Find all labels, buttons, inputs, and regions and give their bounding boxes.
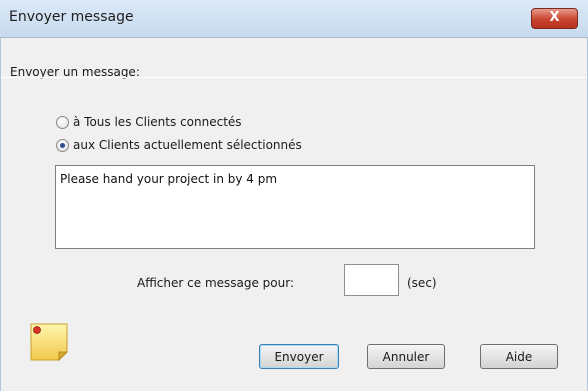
cancel-button[interactable]: Annuler: [367, 344, 445, 369]
radio-all-clients-label[interactable]: à Tous les Clients connectés: [73, 115, 242, 129]
help-button[interactable]: Aide: [480, 344, 558, 369]
duration-unit-label: (sec): [407, 276, 437, 290]
duration-seconds-input[interactable]: [344, 264, 399, 296]
message-textarea[interactable]: Please hand your project in by 4 pm: [55, 165, 535, 249]
sticky-note-icon: [30, 323, 69, 362]
title-bar: Envoyer message X: [0, 0, 588, 38]
close-icon: X: [549, 10, 560, 25]
radio-selected-clients-label[interactable]: aux Clients actuellement sélectionnés: [73, 138, 302, 152]
radio-all-clients[interactable]: [56, 116, 69, 129]
send-message-dialog: Envoyer message X Envoyer un message: à …: [0, 0, 588, 391]
dialog-body: Envoyer un message: à Tous les Clients c…: [0, 38, 588, 391]
close-button[interactable]: X: [531, 8, 578, 29]
prompt-label: Envoyer un message:: [10, 65, 140, 79]
window-title: Envoyer message: [9, 9, 134, 25]
send-button[interactable]: Envoyer: [259, 344, 339, 369]
radio-selected-clients[interactable]: [56, 139, 69, 152]
duration-label: Afficher ce message pour:: [137, 276, 295, 290]
